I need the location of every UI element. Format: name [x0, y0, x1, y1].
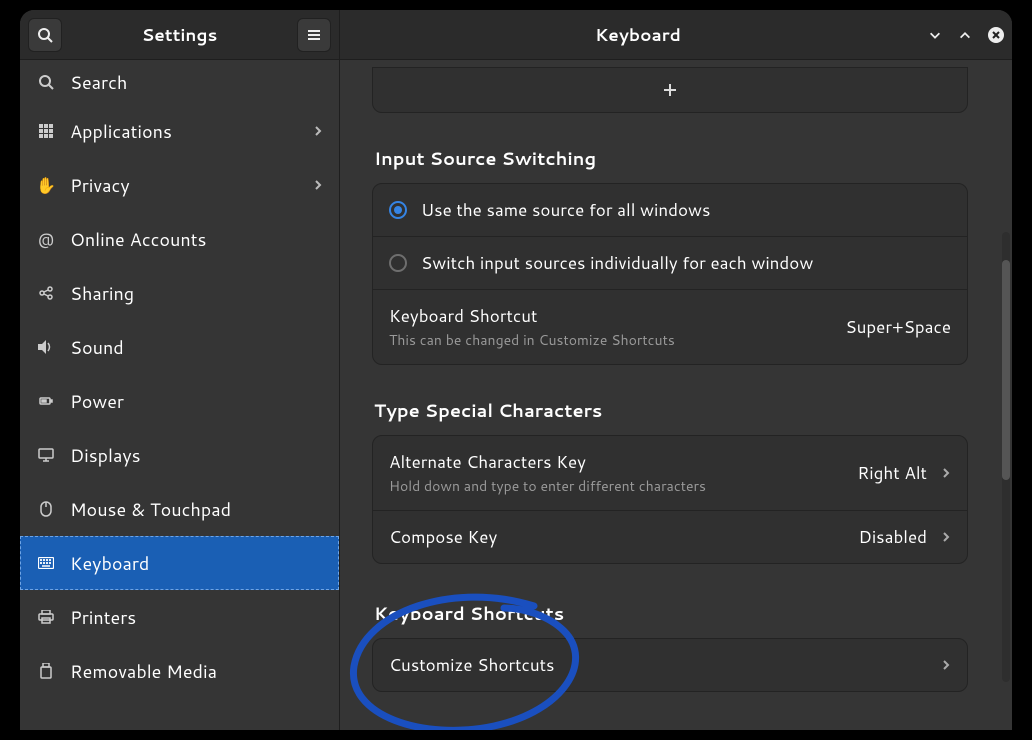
sidebar-item-sound[interactable]: Sound	[20, 320, 339, 374]
sidebar-item-label: Removable Media	[70, 658, 323, 684]
usb-icon	[34, 663, 58, 679]
sidebar-item-label: Search	[70, 69, 323, 95]
section-title-input-switching: Input Source Switching	[374, 145, 968, 171]
sidebar-item-keyboard[interactable]: Keyboard	[20, 536, 339, 590]
sidebar-item-label: Sharing	[70, 280, 323, 306]
row-sublabel: This can be changed in Customize Shortcu…	[389, 330, 845, 350]
share-icon	[34, 286, 58, 300]
sidebar-item-label: Power	[70, 388, 323, 414]
at-icon: @	[34, 228, 58, 251]
page-title: Keyboard	[348, 23, 928, 47]
chevron-right-icon	[941, 466, 951, 480]
power-icon	[34, 394, 58, 408]
hand-icon: ✋	[34, 174, 58, 197]
sidebar-item-label: Privacy	[70, 172, 313, 198]
sidebar-item-search[interactable]: Search	[20, 60, 339, 104]
radio-row-individual-source[interactable]: Switch input sources individually for ea…	[373, 236, 967, 289]
sidebar-item-applications[interactable]: Applications	[20, 104, 339, 158]
row-label: Compose Key	[389, 525, 859, 549]
printer-icon	[34, 610, 58, 624]
sound-icon	[34, 340, 58, 354]
keyboard-icon	[34, 557, 58, 569]
sidebar-item-online-accounts[interactable]: @ Online Accounts	[20, 212, 339, 266]
row-value: Right Alt	[857, 461, 927, 485]
radio-label: Use the same source for all windows	[421, 198, 710, 222]
sidebar-item-privacy[interactable]: ✋ Privacy	[20, 158, 339, 212]
sidebar-item-label: Displays	[70, 442, 323, 468]
row-alternate-characters-key[interactable]: Alternate Characters Key Hold down and t…	[373, 436, 967, 510]
sidebar-title: Settings	[62, 23, 297, 47]
sidebar-item-label: Printers	[70, 604, 323, 630]
search-button[interactable]	[28, 18, 62, 52]
row-customize-shortcuts[interactable]: Customize Shortcuts	[373, 639, 967, 691]
row-value: Disabled	[859, 525, 928, 549]
main-panel: Input Source Switching Use the same sour…	[340, 60, 1012, 730]
row-label: Keyboard Shortcut	[389, 304, 845, 328]
sidebar-item-sharing[interactable]: Sharing	[20, 266, 339, 320]
plus-icon	[663, 83, 677, 97]
row-label: Alternate Characters Key	[389, 450, 857, 474]
chevron-up-icon[interactable]	[958, 28, 972, 42]
sidebar-item-label: Sound	[70, 334, 323, 360]
sidebar-item-removable-media[interactable]: Removable Media	[20, 644, 339, 698]
grid-icon	[34, 124, 58, 138]
search-icon	[37, 27, 53, 43]
sidebar-item-displays[interactable]: Displays	[20, 428, 339, 482]
sidebar-item-printers[interactable]: Printers	[20, 590, 339, 644]
close-button[interactable]	[988, 27, 1004, 43]
chevron-right-icon	[941, 530, 951, 544]
section-title-special-chars: Type Special Characters	[374, 397, 968, 423]
chevron-right-icon	[313, 124, 323, 138]
sidebar: Search Applications ✋ Privacy @ Online A…	[20, 60, 340, 730]
sidebar-item-power[interactable]: Power	[20, 374, 339, 428]
sidebar-item-label: Keyboard	[70, 550, 323, 576]
row-sublabel: Hold down and type to enter different ch…	[389, 476, 857, 496]
panel-input-switching: Use the same source for all windows Swit…	[372, 183, 968, 365]
radio-individual-source[interactable]	[389, 254, 407, 272]
row-keyboard-shortcut: Keyboard Shortcut This can be changed in…	[373, 289, 967, 364]
close-icon	[992, 31, 1000, 39]
add-input-source-button[interactable]	[372, 67, 968, 113]
search-icon	[34, 74, 58, 90]
sidebar-item-label: Mouse & Touchpad	[70, 496, 323, 522]
panel-shortcuts: Customize Shortcuts	[372, 638, 968, 692]
panel-special-chars: Alternate Characters Key Hold down and t…	[372, 435, 968, 564]
mouse-icon	[34, 501, 58, 517]
sidebar-item-label: Applications	[70, 118, 313, 144]
display-icon	[34, 448, 58, 462]
hamburger-icon	[306, 27, 322, 43]
scrollbar-thumb[interactable]	[1002, 260, 1010, 480]
radio-row-same-source[interactable]: Use the same source for all windows	[373, 184, 967, 236]
sidebar-item-label: Online Accounts	[70, 226, 323, 252]
chevron-down-icon[interactable]	[928, 28, 942, 42]
radio-label: Switch input sources individually for ea…	[421, 251, 813, 275]
sidebar-item-mouse-touchpad[interactable]: Mouse & Touchpad	[20, 482, 339, 536]
radio-same-source[interactable]	[389, 201, 407, 219]
chevron-right-icon	[941, 658, 951, 672]
row-value-shortcut: Super+Space	[845, 315, 951, 339]
row-compose-key[interactable]: Compose Key Disabled	[373, 510, 967, 563]
chevron-right-icon	[313, 178, 323, 192]
row-label: Customize Shortcuts	[389, 653, 927, 677]
section-title-shortcuts: Keyboard Shortcuts	[374, 600, 968, 626]
menu-button[interactable]	[297, 18, 331, 52]
